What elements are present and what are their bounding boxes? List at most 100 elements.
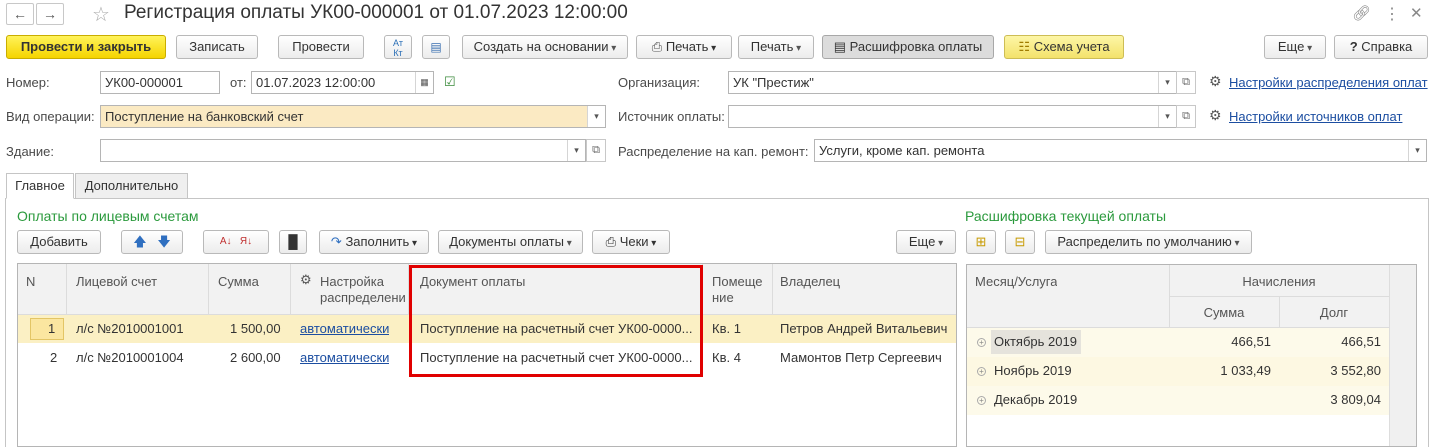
chevron-down-icon[interactable]: ▾ <box>1408 140 1426 161</box>
organization-field[interactable]: УК "Престиж" ▾ <box>728 71 1177 94</box>
tab-main[interactable]: Главное <box>6 173 74 199</box>
sort-desc-icon[interactable]: Я↓ <box>240 236 252 247</box>
source-field[interactable]: ▾ <box>728 105 1177 128</box>
breakdown-section-title: Расшифровка текущей оплаты <box>965 208 1167 224</box>
debt-cell: 3 809,04 <box>1330 392 1381 407</box>
organization-label: Организация: <box>618 75 701 90</box>
highlight-frame <box>409 265 703 377</box>
link-icon[interactable]: 🔗︎ <box>1352 4 1371 22</box>
col-setting[interactable]: Настройка распределени <box>320 274 408 306</box>
documents-button[interactable]: Документы оплаты <box>438 230 583 254</box>
col-n[interactable]: N <box>26 274 35 289</box>
print-button[interactable]: ⎙ Печать ▾ <box>636 35 732 59</box>
distribution-settings-link[interactable]: Настройки распределения оплат <box>1229 75 1428 90</box>
number-field[interactable]: УК00-000001 <box>100 71 220 94</box>
print-label: Печать <box>665 39 709 54</box>
row-room: Кв. 1 <box>712 321 741 336</box>
debt-cell: 3 552,80 <box>1330 363 1381 378</box>
help-icon: ? <box>1349 39 1358 54</box>
col-account[interactable]: Лицевой счет <box>76 274 157 289</box>
edit-row-icon[interactable]: ⊟ <box>1005 230 1035 254</box>
print-menu-button[interactable]: Печать <box>738 35 814 59</box>
help-label: Справка <box>1361 39 1413 54</box>
row-n: 2 <box>50 350 58 365</box>
payments-section-title: Оплаты по лицевым счетам <box>17 208 199 224</box>
operation-field[interactable]: Поступление на банковский счет ▾ <box>100 105 606 128</box>
left-more-button[interactable]: Еще <box>896 230 956 254</box>
source-label: Источник оплаты: <box>618 109 725 124</box>
add-row-icon[interactable]: ⊞ <box>966 230 996 254</box>
distribution-field[interactable]: Услуги, кроме кап. ремонта ▾ <box>814 139 1427 162</box>
sort-asc-icon[interactable]: А↓ <box>220 236 232 247</box>
row-owner: Петров Андрей Витальевич <box>780 321 948 336</box>
debt-cell: 466,51 <box>1341 334 1381 349</box>
col-debt[interactable]: Долг <box>1279 305 1389 320</box>
move-buttons: 🡅︎ 🡇︎ <box>121 230 183 254</box>
chevron-down-icon[interactable]: ▾ <box>587 106 605 127</box>
chevron-down-icon[interactable]: ▾ <box>1158 106 1176 127</box>
building-field[interactable]: ▾ <box>100 139 586 162</box>
gear-icon: ⚙ <box>1209 73 1222 89</box>
row-sum: 2 600,00 <box>230 350 281 365</box>
scheme-label: Схема учета <box>1033 39 1110 54</box>
chevron-down-icon[interactable]: ▾ <box>567 140 585 161</box>
date-field[interactable]: 01.07.2023 12:00:00 ▦ <box>251 71 434 94</box>
create-based-button[interactable]: Создать на основании <box>462 35 628 59</box>
col-sum[interactable]: Сумма <box>1169 305 1279 320</box>
row-setting-link[interactable]: автоматически <box>300 350 389 365</box>
more-icon[interactable]: ⋮ <box>1384 4 1400 24</box>
open-icon[interactable]: ⧉ <box>1176 105 1196 128</box>
help-button[interactable]: ? Справка <box>1334 35 1428 59</box>
save-button[interactable]: Записать <box>176 35 258 59</box>
row-setting-link[interactable]: автоматически <box>300 321 389 336</box>
scrollbar[interactable] <box>1389 265 1416 446</box>
chevron-down-icon[interactable]: ▾ <box>1158 72 1176 93</box>
fill-button[interactable]: ↷ Заполнить ▾ <box>319 230 429 254</box>
calendar-icon[interactable]: ▦ <box>415 72 433 93</box>
checks-button[interactable]: ⎙ Чеки ▾ <box>592 230 670 254</box>
col-charges[interactable]: Начисления <box>1169 274 1389 289</box>
close-icon[interactable]: ✕ <box>1410 4 1423 22</box>
row-cursor <box>30 318 64 340</box>
add-button[interactable]: Добавить <box>17 230 101 254</box>
open-icon[interactable]: ⧉ <box>1176 71 1196 94</box>
post-button[interactable]: Провести <box>278 35 364 59</box>
row-room: Кв. 4 <box>712 350 741 365</box>
month-cell: + Октябрь 2019 <box>977 334 1077 349</box>
operation-value: Поступление на банковский счет <box>105 109 304 124</box>
breakdown-button[interactable]: ▤ Расшифровка оплаты <box>822 35 994 59</box>
star-icon[interactable]: ☆ <box>92 2 110 27</box>
structure-icon[interactable]: ▤ <box>422 35 450 59</box>
row-sum: 1 500,00 <box>230 321 281 336</box>
open-icon[interactable]: ⧉ <box>586 139 606 162</box>
row-account: л/с №2010001001 <box>76 321 184 336</box>
scheme-button[interactable]: ☷ Схема учета <box>1004 35 1124 59</box>
forward-arrow-icon[interactable]: → <box>36 3 64 25</box>
title-bar: ← → ☆ Регистрация оплаты УК00-000001 от … <box>0 0 1435 30</box>
expand-icon[interactable]: + <box>977 367 986 377</box>
expand-icon[interactable]: + <box>977 396 986 406</box>
col-owner[interactable]: Владелец <box>780 274 840 289</box>
arrow-down-icon[interactable]: 🡇︎ <box>157 234 170 249</box>
barcode-icon[interactable]: █ <box>279 230 307 254</box>
distribute-default-button[interactable]: Распределить по умолчанию <box>1045 230 1252 254</box>
number-label: Номер: <box>6 75 50 90</box>
tab-additional[interactable]: Дополнительно <box>75 173 188 199</box>
payments-table: N Лицевой счет Сумма ⚙ Настройка распред… <box>17 263 957 447</box>
breakdown-icon: ▤ <box>833 39 847 54</box>
printer-icon: ⎙ <box>651 39 663 54</box>
dt-kt-icon[interactable]: Ат Кт <box>384 35 412 59</box>
row-account: л/с №2010001004 <box>76 350 184 365</box>
post-and-close-button[interactable]: Провести и закрыть <box>6 35 166 59</box>
expand-icon[interactable]: + <box>977 338 986 348</box>
col-room[interactable]: Помеще ние <box>712 274 764 306</box>
back-arrow-icon[interactable]: ← <box>6 3 34 25</box>
col-sum[interactable]: Сумма <box>218 274 259 289</box>
arrow-up-icon[interactable]: 🡅︎ <box>133 234 146 249</box>
sources-settings-link[interactable]: Настройки источников оплат <box>1229 109 1402 124</box>
more-button[interactable]: Еще <box>1264 35 1326 59</box>
scheme-icon: ☷ <box>1018 39 1031 54</box>
organization-value: УК "Престиж" <box>733 75 814 90</box>
col-month[interactable]: Месяц/Услуга <box>975 274 1057 289</box>
distribution-label: Распределение на кап. ремонт: <box>618 144 809 159</box>
